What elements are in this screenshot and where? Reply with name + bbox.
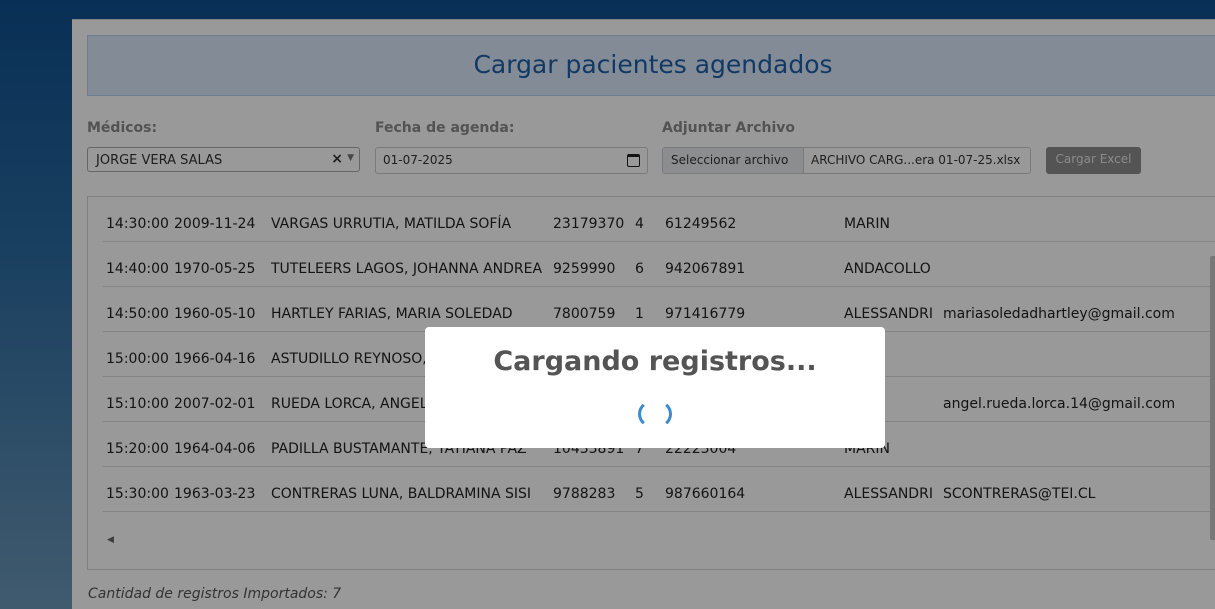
loading-modal: Cargando registros... [425, 327, 885, 448]
modal-overlay [0, 0, 1215, 609]
loading-spinner-icon [638, 399, 672, 429]
loading-title: Cargando registros... [493, 346, 817, 377]
